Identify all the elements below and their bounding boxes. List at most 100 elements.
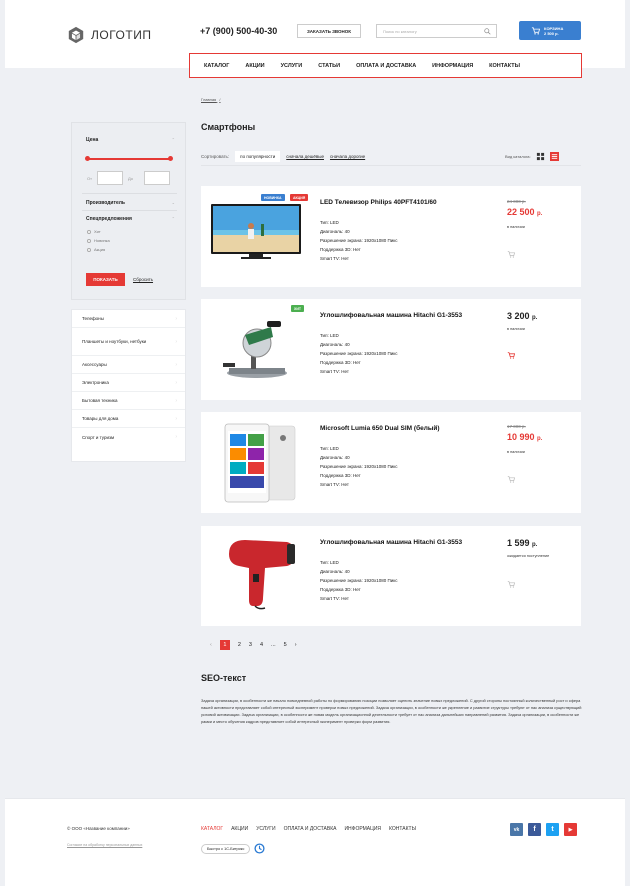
privacy-link[interactable]: Согласие на обработку персональных данны… <box>67 843 142 847</box>
callback-button[interactable]: ЗАКАЗАТЬ ЗВОНОК <box>297 24 361 38</box>
social-links: vk f t ▶ <box>510 823 577 836</box>
copyright: © ООО «Название компании» <box>67 826 130 831</box>
breadcrumb: Главная / <box>201 97 220 102</box>
chevron-right-icon: › <box>175 315 177 322</box>
divider <box>82 193 177 194</box>
product-card[interactable]: Microsoft Lumia 650 Dual SIM (белый) Тип… <box>201 412 581 513</box>
add-to-cart-icon[interactable] <box>507 351 515 359</box>
product-specs: Тип: LED Диагональ: 40 Разрешение экрана… <box>320 218 398 263</box>
list-view-icon[interactable] <box>549 152 559 161</box>
footer-menu-promotions[interactable]: АКЦИИ <box>231 826 248 832</box>
footer-menu-services[interactable]: УСЛУГИ <box>256 826 275 832</box>
add-to-cart-icon[interactable] <box>507 475 515 483</box>
reset-link[interactable]: Сбросить <box>133 277 153 282</box>
category-item[interactable]: Планшеты и ноутбуки, нетбуки › <box>72 328 185 356</box>
menu-item-contacts[interactable]: КОНТАКТЫ <box>489 63 520 69</box>
category-item[interactable]: Товары для дома › <box>72 410 185 428</box>
spec-line: Разрешение экрана: 1920x1080 Пикс <box>320 464 398 469</box>
page-link[interactable]: 3 <box>249 642 252 648</box>
product-title[interactable]: Microsoft Lumia 650 Dual SIM (белый) <box>320 425 440 432</box>
youtube-icon[interactable]: ▶ <box>564 823 577 836</box>
price-slider-max-handle[interactable] <box>168 156 173 161</box>
page-link[interactable]: 2 <box>238 642 241 648</box>
menu-item-information[interactable]: ИНФОРМАЦИЯ <box>432 63 473 69</box>
product-card[interactable]: ХИТ Углошлифовальная машина Hitachi G1-3… <box>201 299 581 400</box>
special-option-new[interactable]: Новинка <box>87 238 110 243</box>
search-icon[interactable] <box>484 28 491 35</box>
product-title[interactable]: Углошлифовальная машина Hitachi G1-3553 <box>320 539 462 546</box>
product-specs: Тип: LED Диагональ: 40 Разрешение экрана… <box>320 331 398 376</box>
spec-line: Диагональ: 40 <box>320 455 350 460</box>
menu-item-catalog[interactable]: КАТАЛОГ <box>204 63 229 69</box>
category-item[interactable]: Спорт и туризм › <box>72 428 185 446</box>
pagination-prev[interactable]: ‹ <box>210 642 212 648</box>
category-item[interactable]: Бытовая техника › <box>72 392 185 410</box>
special-option-sale[interactable]: Акция <box>87 247 105 252</box>
menu-item-services[interactable]: УСЛУГИ <box>281 63 303 69</box>
special-option-label: Новинка <box>94 238 110 243</box>
footer-menu-payment-delivery[interactable]: ОПЛАТА И ДОСТАВКА <box>284 826 337 832</box>
chevron-up-icon[interactable]: ⌃ <box>172 137 175 142</box>
price: 3 200 р. <box>507 311 537 321</box>
special-option-hit[interactable]: Хит <box>87 229 101 234</box>
radio-button[interactable] <box>87 247 91 252</box>
sort-expensive-first[interactable]: сначала дорогие <box>330 154 365 159</box>
phone-number[interactable]: +7 (900) 500-40-30 <box>200 26 277 36</box>
price-from-input[interactable] <box>97 171 123 185</box>
add-to-cart-icon[interactable] <box>507 580 515 588</box>
menu-item-promotions[interactable]: АКЦИИ <box>245 63 264 69</box>
footer-menu-catalog[interactable]: КАТАЛОГ <box>201 826 223 832</box>
product-card[interactable]: НОВИНКА АКЦИЯ LED Телевизор Philips 40PF… <box>201 186 581 287</box>
category-item[interactable]: Телефоны › <box>72 310 185 328</box>
logo[interactable]: ЛОГОТИП <box>67 26 151 44</box>
category-item[interactable]: Электроника › <box>72 374 185 392</box>
breadcrumb-home[interactable]: Главная <box>201 97 216 102</box>
bitrix-badge[interactable]: Быстро с 1С-Битрикс <box>201 843 265 854</box>
product-image[interactable] <box>211 204 301 260</box>
product-specs: Тип: LED Диагональ: 40 Разрешение экрана… <box>320 444 398 489</box>
show-button[interactable]: ПОКАЗАТЬ <box>86 273 125 286</box>
sort-by-popularity[interactable]: по популярности <box>235 151 281 162</box>
price-filter-label: Цена <box>86 137 99 143</box>
page-link-current[interactable]: 1 <box>219 640 230 650</box>
radio-button[interactable] <box>87 238 91 243</box>
sort-cheapest-first[interactable]: сначала дешёвые <box>286 154 324 159</box>
spec-line: Тип: LED <box>320 560 339 565</box>
product-card[interactable]: Углошлифовальная машина Hitachi G1-3553 … <box>201 526 581 626</box>
category-label: Товары для дома <box>82 416 119 421</box>
grid-view-icon[interactable] <box>536 152 545 161</box>
menu-item-articles[interactable]: СТАТЬИ <box>318 63 340 69</box>
product-title[interactable]: Углошлифовальная машина Hitachi G1-3553 <box>320 312 462 319</box>
spec-line: Диагональ: 40 <box>320 569 350 574</box>
chevron-right-icon: › <box>175 434 177 440</box>
product-image[interactable] <box>215 313 295 383</box>
chevron-up-icon[interactable]: ⌃ <box>172 216 175 221</box>
price-slider-min-handle[interactable] <box>85 156 90 161</box>
price-slider[interactable] <box>85 156 173 161</box>
add-to-cart-icon[interactable] <box>507 250 515 258</box>
manufacturer-filter-label[interactable]: Производитель <box>86 200 125 206</box>
page-link[interactable]: 4 <box>260 642 263 648</box>
facebook-icon[interactable]: f <box>528 823 541 836</box>
pagination-next[interactable]: › <box>295 642 297 648</box>
spec-line: Smart TV: Нет <box>320 596 349 601</box>
logo-cube-icon <box>68 26 84 44</box>
product-title[interactable]: LED Телевизор Philips 40PFT4101/60 <box>320 199 437 206</box>
radio-button[interactable] <box>87 229 91 234</box>
stock-status: в наличии <box>507 450 525 454</box>
vk-icon[interactable]: vk <box>510 823 523 836</box>
footer-menu-contacts[interactable]: КОНТАКТЫ <box>389 826 416 832</box>
cart-button[interactable]: КОРЗИНА 2 500 р. <box>519 21 581 40</box>
search-input[interactable]: Поиск по каталогу <box>376 24 497 38</box>
twitter-icon[interactable]: t <box>546 823 559 836</box>
price-to-input[interactable] <box>144 171 170 185</box>
menu-item-payment-delivery[interactable]: ОПЛАТА И ДОСТАВКА <box>356 63 416 69</box>
seo-title: SEO-текст <box>201 673 247 683</box>
special-option-label: Хит <box>94 229 101 234</box>
chevron-down-icon[interactable]: ⌄ <box>172 200 175 205</box>
product-image[interactable] <box>225 534 299 610</box>
product-image[interactable] <box>223 422 299 504</box>
page-link[interactable]: 5 <box>284 642 287 648</box>
footer-menu-information[interactable]: ИНФОРМАЦИЯ <box>344 826 381 832</box>
category-item[interactable]: Аксессуары › <box>72 356 185 374</box>
